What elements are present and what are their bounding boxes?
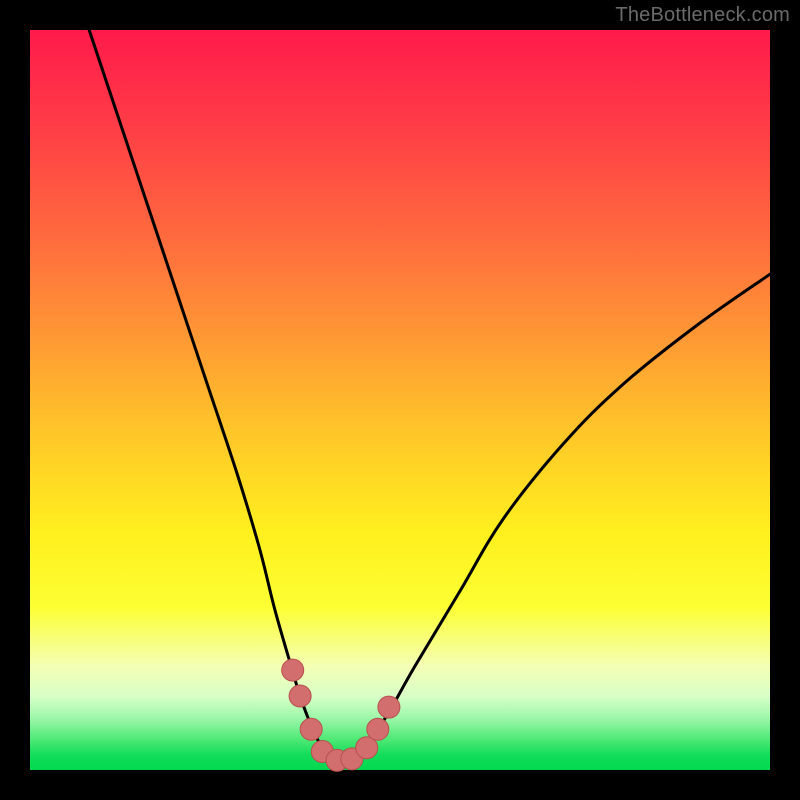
- curve-marker: [282, 659, 304, 681]
- curve-marker: [300, 718, 322, 740]
- watermark-text: TheBottleneck.com: [615, 4, 790, 27]
- plot-area: [30, 30, 770, 770]
- curve-markers: [282, 659, 400, 771]
- curve-layer: [30, 30, 770, 770]
- curve-marker: [367, 718, 389, 740]
- curve-marker: [289, 685, 311, 707]
- chart-frame: TheBottleneck.com: [0, 0, 800, 800]
- bottleneck-curve: [89, 30, 770, 760]
- curve-marker: [378, 696, 400, 718]
- curve-path: [89, 30, 770, 760]
